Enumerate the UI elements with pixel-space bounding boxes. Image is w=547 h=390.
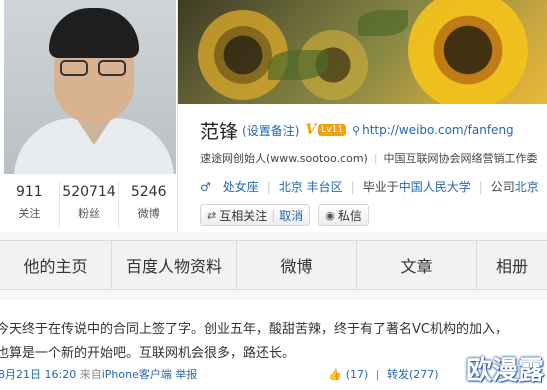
- watermark-text: 欧漫露: [466, 356, 545, 386]
- weibo-profile-page: 911 关注 520714 粉丝 5246 微博 范锋 (设置备注) V Lv1…: [0, 0, 547, 390]
- post-source-link[interactable]: iPhone客户端: [102, 368, 172, 381]
- message-button[interactable]: ◉ 私信: [318, 204, 369, 226]
- report-link[interactable]: 举报: [175, 368, 197, 381]
- repost-link[interactable]: 转发(277): [387, 368, 439, 381]
- stat-posts-count: 5246: [130, 184, 167, 200]
- tab-albums[interactable]: 相册: [477, 241, 547, 289]
- verified-icon: V: [305, 122, 317, 138]
- like-icon[interactable]: 👍: [328, 368, 342, 381]
- stat-following-count: 911: [15, 184, 43, 200]
- stat-followers-count: 520714: [62, 184, 116, 200]
- post-date-link[interactable]: 8月21日 16:20: [0, 368, 76, 381]
- message-label: 私信: [337, 208, 362, 223]
- stat-posts-label: 微博: [137, 207, 160, 220]
- company-link[interactable]: 北京: [515, 178, 539, 195]
- post-footer: 8月21日 16:20 来自iPhone客户端 举报 👍 (17) | 转发(27…: [0, 366, 547, 382]
- swap-arrows-icon: ⇄: [207, 208, 217, 222]
- post-line-2: 也算是一个新的开始吧。互联网机会很多，路还长。: [0, 346, 296, 361]
- profile-url-link[interactable]: http://weibo.com/fanfeng: [362, 123, 514, 137]
- gender-male-icon: ♂: [200, 179, 211, 194]
- set-remark-link[interactable]: (设置备注): [242, 122, 299, 139]
- like-count[interactable]: (17): [346, 368, 369, 381]
- name-row: 范锋 (设置备注) V Lv11 ⚲ http://weibo.com/fanf…: [200, 117, 514, 143]
- cancel-follow-link[interactable]: 取消: [279, 207, 303, 224]
- profile-meta: ♂ 处女座 | 北京 丰台区 | 毕业于 中国人民大学 | 公司 北京: [200, 178, 539, 195]
- profile-intro: 速途网创始人(www.sootoo.com) | 中国互联网协会网络营销工作委: [200, 152, 538, 165]
- source-prefix: 来自: [79, 368, 102, 381]
- tab-home[interactable]: 他的主页: [0, 241, 112, 289]
- action-buttons: ⇄ 互相关注 | 取消 ◉ 私信: [200, 204, 369, 226]
- cover-banner: [178, 0, 547, 104]
- stat-followers[interactable]: 520714 粉丝: [60, 182, 120, 228]
- zodiac-link[interactable]: 处女座: [223, 178, 259, 195]
- stats-bar: 911 关注 520714 粉丝 5246 微博: [0, 182, 178, 228]
- post-actions: 👍 (17) | 转发(277): [328, 366, 443, 382]
- location-link[interactable]: 北京 丰台区: [279, 178, 343, 195]
- intro-text: 速途网创始人(www.sootoo.com): [200, 152, 368, 165]
- message-icon: ◉: [325, 208, 335, 222]
- stat-following-label: 关注: [18, 207, 41, 220]
- profile-name: 范锋: [200, 120, 239, 143]
- link-icon: ⚲: [352, 123, 361, 137]
- school-prefix: 毕业于: [362, 180, 399, 194]
- tab-baidu-profile[interactable]: 百度人物资料: [112, 241, 237, 289]
- company-prefix: 公司: [490, 180, 515, 194]
- action-separator: |: [375, 368, 380, 381]
- mutual-follow-label: 互相关注: [219, 208, 268, 223]
- post-content: 今天终于在传说中的合同上签了字。创业五年，酸甜苦辣，终于有了著名VC机构的加入，…: [0, 318, 547, 366]
- intro-more-text: 中国互联网协会网络营销工作委: [383, 152, 538, 165]
- avatar[interactable]: [4, 0, 176, 174]
- stat-following[interactable]: 911 关注: [0, 182, 60, 228]
- stat-posts[interactable]: 5246 微博: [119, 182, 178, 228]
- stat-followers-label: 粉丝: [78, 207, 100, 220]
- avatar-card: 911 关注 520714 粉丝 5246 微博: [0, 0, 178, 232]
- post-line-1: 今天终于在传说中的合同上签了字。创业五年，酸甜苦辣，终于有了著名VC机构的加入，: [0, 322, 508, 337]
- school-link[interactable]: 中国人民大学: [399, 178, 471, 195]
- tab-articles[interactable]: 文章: [357, 241, 477, 289]
- tab-weibo[interactable]: 微博: [237, 241, 357, 289]
- profile-tabs: 他的主页 百度人物资料 微博 文章 相册: [0, 240, 547, 290]
- profile-info: 范锋 (设置备注) V Lv11 ⚲ http://weibo.com/fanf…: [178, 104, 547, 232]
- mutual-follow-button[interactable]: ⇄ 互相关注 | 取消: [200, 204, 311, 226]
- vip-level-icon: Lv11: [318, 124, 347, 136]
